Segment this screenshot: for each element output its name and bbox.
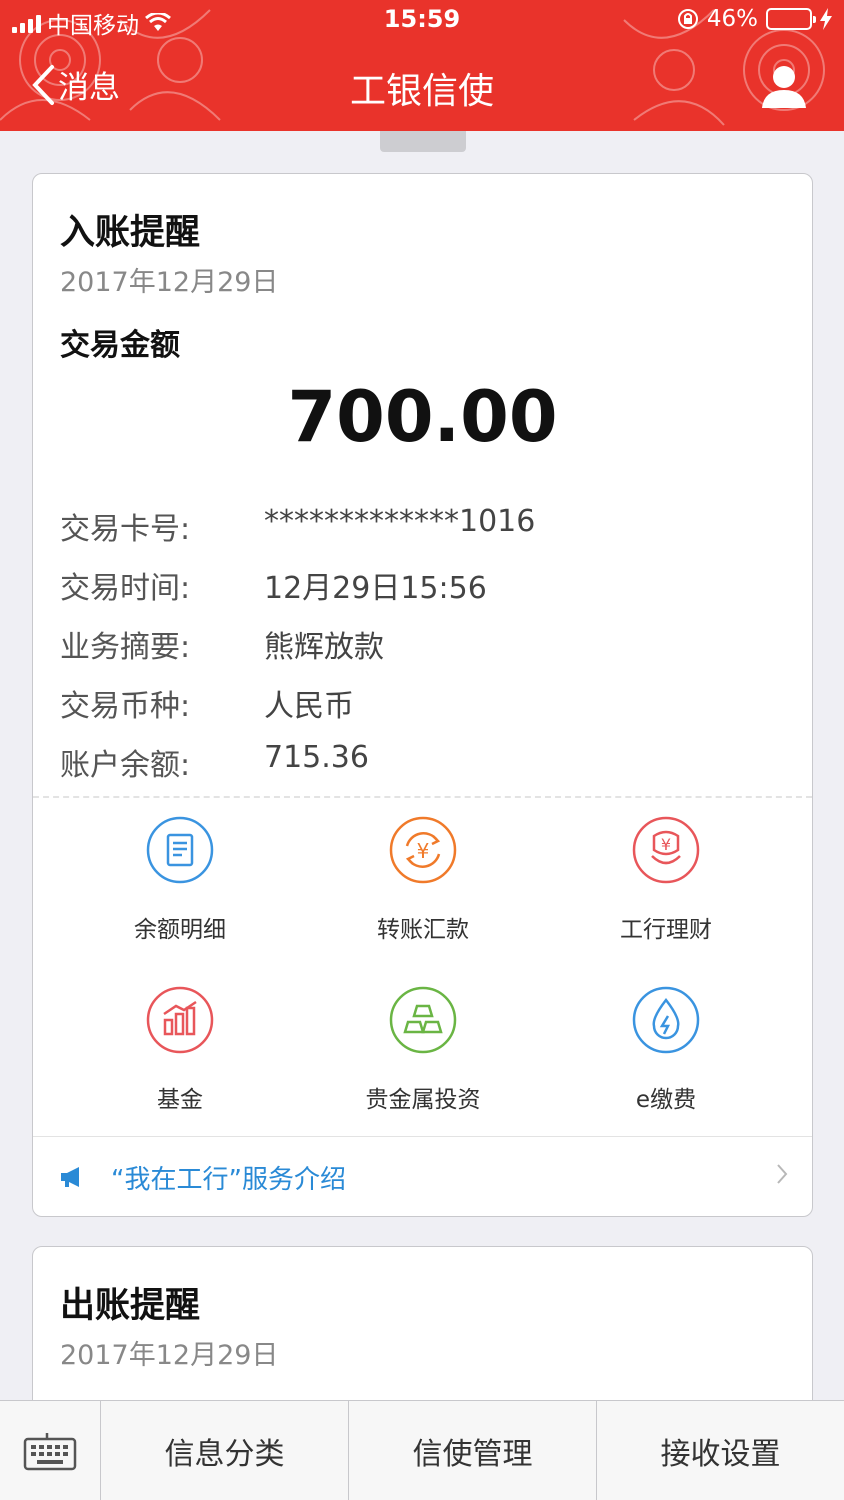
detail-balance: 账户余额: 715.36 <box>60 740 369 784</box>
detail-key: 交易卡号: <box>60 512 191 547</box>
card-title: 入账提醒 <box>60 213 201 253</box>
service-balance-detail[interactable]: 余额明细 <box>50 816 310 944</box>
detail-key: 交易币种: <box>60 689 191 724</box>
amount-label: 交易金额 <box>60 328 180 363</box>
card-date: 2017年12月29日 <box>60 1340 279 1371</box>
detail-key: 业务摘要: <box>60 630 191 665</box>
orientation-lock-icon <box>677 9 698 29</box>
water-drop-icon <box>632 986 700 1054</box>
bar-chart-icon <box>146 986 214 1054</box>
tab-receive-settings[interactable]: 接收设置 <box>597 1401 844 1500</box>
detail-value: 715.36 <box>264 740 369 775</box>
detail-currency: 交易币种: 人民币 <box>60 681 354 725</box>
bottom-menu-bar: 信息分类 信使管理 接收设置 <box>0 1400 844 1500</box>
status-bar: 中国移动 15:59 46% <box>0 0 844 44</box>
service-label: 工行理财 <box>620 917 712 943</box>
detail-card-number: 交易卡号: *************1016 <box>60 504 535 548</box>
service-label: 基金 <box>157 1087 203 1113</box>
detail-value: *************1016 <box>264 504 536 539</box>
detail-value: 人民币 <box>264 689 354 724</box>
tab-messenger-management[interactable]: 信使管理 <box>349 1401 597 1500</box>
service-precious-metals[interactable]: 贵金属投资 <box>293 986 553 1114</box>
keyboard-icon <box>23 1432 77 1470</box>
service-label: 余额明细 <box>134 917 226 943</box>
detail-value: 12月29日15:56 <box>264 571 487 606</box>
detail-value: 熊辉放款 <box>264 630 384 665</box>
chevron-right-icon <box>777 1164 788 1184</box>
page-title: 工银信使 <box>349 71 494 112</box>
service-wealth[interactable]: ¥ 工行理财 <box>536 816 796 944</box>
service-label: 贵金属投资 <box>365 1087 481 1113</box>
nav-bar: 消息 工银信使 <box>0 52 844 122</box>
service-intro-label: “我在工行”服务介绍 <box>111 1164 346 1195</box>
detail-summary: 业务摘要: 熊辉放款 <box>60 622 384 666</box>
yuan-exchange-icon: ¥ <box>389 816 457 884</box>
detail-key: 账户余额: <box>60 748 191 783</box>
detail-key: 交易时间: <box>60 571 191 606</box>
card-date: 2017年12月29日 <box>60 267 279 298</box>
service-transfer[interactable]: ¥ 转账汇款 <box>293 816 553 944</box>
tab-message-category[interactable]: 信息分类 <box>101 1401 349 1500</box>
service-fund[interactable]: 基金 <box>50 986 310 1114</box>
svg-text:¥: ¥ <box>661 835 671 854</box>
service-label: 转账汇款 <box>377 917 469 943</box>
detail-time: 交易时间: 12月29日15:56 <box>60 563 487 607</box>
battery-percent: 46% <box>706 6 758 32</box>
service-intro-link[interactable]: “我在工行”服务介绍 <box>33 1137 812 1216</box>
amount-value: 700.00 <box>287 376 558 458</box>
service-e-payment[interactable]: e缴费 <box>536 986 796 1114</box>
dashed-divider <box>33 796 812 798</box>
flower-yuan-icon: ¥ <box>632 816 700 884</box>
app-header: 中国移动 15:59 46% 消息 工银信使 <box>0 0 844 131</box>
megaphone-icon <box>61 1167 79 1187</box>
charging-bolt-icon <box>820 8 832 30</box>
gold-bars-icon <box>389 986 457 1054</box>
keyboard-toggle-button[interactable] <box>0 1401 101 1500</box>
battery-icon <box>766 8 816 30</box>
document-icon <box>146 816 214 884</box>
svg-text:¥: ¥ <box>417 839 430 863</box>
credit-notice-card[interactable]: 入账提醒 2017年12月29日 交易金额 700.00 交易卡号: *****… <box>32 173 813 1217</box>
card-title: 出账提醒 <box>60 1286 201 1326</box>
timestamp-pill <box>380 131 466 152</box>
service-label: e缴费 <box>635 1087 697 1113</box>
profile-icon[interactable] <box>760 62 808 110</box>
